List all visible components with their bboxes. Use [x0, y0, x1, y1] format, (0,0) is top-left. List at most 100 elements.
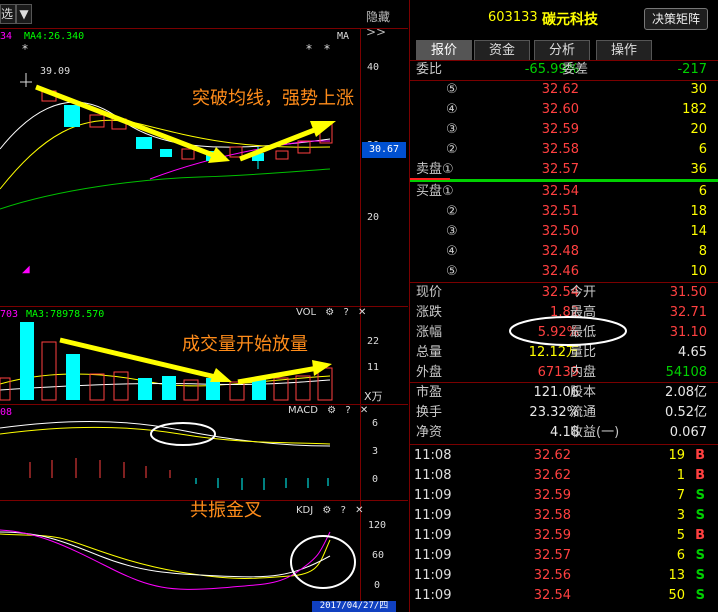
trade-price: 32.54	[533, 588, 571, 603]
golden-cross-circle	[290, 535, 356, 589]
stat-label: 内盘	[570, 365, 597, 380]
order-price: 32.54	[541, 184, 579, 199]
candle	[136, 137, 152, 149]
fundamental-row: 换手 23.32% 流通 0.52亿	[410, 403, 718, 423]
trade-row: 11:08 32.62 1 B	[410, 466, 718, 486]
stat-label: 涨跌	[416, 305, 443, 320]
close-icon[interactable]: ✕	[358, 307, 366, 318]
order-level: ④	[446, 102, 458, 117]
vol-axis-tick: 11	[367, 362, 380, 373]
tab-analysis[interactable]: 分析	[534, 40, 590, 61]
vol-panel-name: VOL	[296, 307, 317, 318]
close-icon[interactable]: ✕	[360, 405, 368, 416]
stock-name: 碳元科技	[542, 12, 598, 28]
macd-axis-tick: 3	[372, 446, 379, 457]
trade-price: 32.58	[533, 508, 571, 523]
bid-row: ③ 32.50 14	[410, 222, 718, 242]
ask-row: ⑤ 32.62 30	[410, 80, 718, 100]
tab-quote[interactable]: 报价	[416, 40, 472, 61]
hide-toggle[interactable]: 隐藏>>	[366, 8, 408, 39]
trade-time: 11:08	[414, 468, 452, 483]
kdj-axis-tick: 0	[374, 580, 381, 591]
trade-price: 32.62	[533, 448, 571, 463]
trade-side: S	[695, 588, 705, 603]
trade-row: 11:09 32.57 6 S	[410, 546, 718, 566]
trade-time: 11:09	[414, 588, 452, 603]
trade-volume: 7	[676, 488, 685, 503]
trade-volume: 19	[668, 448, 685, 463]
trade-volume: 50	[668, 588, 685, 603]
fund-label: 净资	[416, 425, 443, 440]
stat-label: 现价	[416, 285, 443, 300]
order-volume: 8	[698, 244, 707, 259]
trade-time: 11:09	[414, 508, 452, 523]
select-dropdown[interactable]: 选	[0, 4, 16, 24]
trend-arrow-down	[35, 84, 219, 160]
trade-price: 32.62	[533, 468, 571, 483]
ask-row: 卖盘① 32.57 36	[410, 160, 718, 180]
ma-line-green	[0, 168, 331, 210]
axis-divider	[360, 28, 361, 612]
trade-side: S	[695, 488, 705, 503]
stat-label: 涨幅	[416, 325, 443, 340]
trade-price: 32.57	[533, 548, 571, 563]
trade-row: 11:09 32.59 5 B	[410, 526, 718, 546]
help-icon[interactable]: ?	[345, 405, 350, 416]
decision-matrix-button[interactable]: 决策矩阵	[644, 8, 708, 30]
trade-side: B	[695, 528, 705, 543]
kdj-j-line	[0, 529, 331, 590]
fund-value: 2.08亿	[665, 385, 707, 400]
current-price-tag: 30.67	[362, 142, 406, 158]
trade-side: B	[695, 448, 705, 463]
order-volume: 182	[682, 102, 707, 117]
vol-bar	[273, 377, 289, 401]
stat-value: 32.71	[669, 305, 707, 320]
kdj-axis-tick: 120	[368, 520, 387, 531]
macd-panel-name: MACD	[288, 405, 318, 416]
fund-label: 市盈	[416, 385, 443, 400]
fund-label: 换手	[416, 405, 443, 420]
order-level: ④	[446, 244, 458, 259]
gear-icon[interactable]: ⚙	[327, 405, 336, 416]
macd-axis-tick: 0	[372, 474, 379, 485]
bid-row: ④ 32.48 8	[410, 242, 718, 262]
fundamental-row: 市盈 121.06 股本 2.08亿	[410, 383, 718, 403]
order-ratio-row: 委比 -65.99% 委差 -217	[416, 62, 707, 77]
tab-funds[interactable]: 资金	[474, 40, 530, 61]
fund-value: 0.52亿	[665, 405, 707, 420]
trade-time: 11:09	[414, 568, 452, 583]
stat-label: 外盘	[416, 365, 443, 380]
vol-bar	[138, 378, 152, 400]
vol-bar	[66, 354, 80, 400]
candle	[229, 146, 243, 158]
dropdown-arrow-button[interactable]: ▼	[16, 4, 32, 24]
vol-bar	[183, 379, 199, 401]
date-label: 2017/04/27/四	[312, 601, 396, 612]
order-level: ⑤	[446, 82, 458, 97]
order-price: 32.48	[541, 244, 579, 259]
candle	[275, 150, 289, 160]
stat-value: 54108	[665, 365, 707, 380]
annotation-breakout: 突破均线，强势上涨	[192, 88, 354, 109]
gear-icon[interactable]: ⚙	[325, 307, 334, 318]
help-icon[interactable]: ?	[343, 307, 348, 318]
vol-left-stub: 703	[0, 309, 19, 320]
trade-volume: 3	[676, 508, 685, 523]
ask-row: ④ 32.60 182	[410, 100, 718, 120]
candle	[181, 148, 195, 160]
vol-bar	[41, 341, 57, 401]
fund-label: 流通	[570, 405, 597, 420]
stat-row: 现价 32.54 今开 31.50	[410, 283, 718, 303]
vol-bar	[295, 375, 311, 401]
order-volume: 6	[698, 184, 707, 199]
macd-axis-tick: 6	[372, 418, 379, 429]
order-volume: 6	[698, 142, 707, 157]
bid-row: 买盘① 32.54 6	[410, 182, 718, 202]
vol-bar	[89, 373, 105, 401]
bid-row: ② 32.51 18	[410, 202, 718, 222]
trade-volume: 6	[676, 548, 685, 563]
tab-operate[interactable]: 操作	[596, 40, 652, 61]
order-price: 32.46	[541, 264, 579, 279]
order-volume: 14	[690, 224, 707, 239]
stat-value: 31.10	[669, 325, 707, 340]
